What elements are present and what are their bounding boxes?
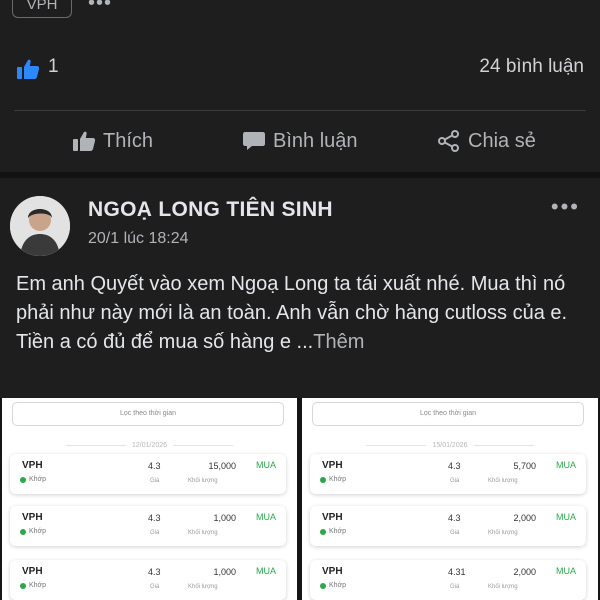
- price-label: Giá: [450, 584, 460, 590]
- comment-button-label: Bình luận: [273, 129, 358, 152]
- status-badge: Khớp: [320, 476, 346, 483]
- thumbs-up-icon: [17, 59, 40, 79]
- side: MUA: [256, 512, 276, 522]
- more-options-icon[interactable]: •••: [88, 0, 112, 15]
- trade-row: VPH Khớp 4.3 2,000 MUA Giá Khối lượng: [310, 506, 586, 546]
- post-images: Lọc theo thời gian 12/01/2026 VPH Khớp 4…: [0, 398, 600, 600]
- quantity-label: Khối lượng: [488, 584, 518, 590]
- symbol: VPH: [322, 460, 343, 471]
- time-filter: Lọc theo thời gian: [312, 402, 584, 426]
- avatar[interactable]: [10, 196, 70, 256]
- comment-bubble-icon: [243, 132, 265, 150]
- quantity: 15,000: [208, 461, 236, 471]
- status-label: Khớp: [29, 476, 47, 483]
- post-more-options-icon[interactable]: •••: [551, 194, 580, 220]
- price: 4.3: [148, 567, 161, 577]
- price: 4.3: [148, 461, 161, 471]
- comment-button[interactable]: Bình luận: [242, 126, 358, 156]
- action-bar: Thích Bình luận Chia sẻ: [0, 118, 600, 164]
- quantity: 1,000: [213, 567, 236, 577]
- price-label: Giá: [150, 584, 160, 590]
- avatar-photo: [10, 196, 70, 256]
- comment-count[interactable]: 24 bình luận: [479, 56, 584, 78]
- like-count[interactable]: 1: [48, 56, 59, 78]
- status-label: Khớp: [29, 528, 47, 535]
- trade-row: VPH Khớp 4.3 5,700 MUA Giá Khối lượng: [310, 454, 586, 494]
- price-label: Giá: [450, 530, 460, 536]
- status-label: Khớp: [329, 528, 347, 535]
- symbol: VPH: [322, 512, 343, 523]
- quantity-label: Khối lượng: [188, 584, 218, 590]
- trade-row: VPH Khớp 4.31 2,000 MUA Giá Khối lượng: [310, 560, 586, 600]
- status-label: Khớp: [29, 582, 47, 589]
- quantity: 1,000: [213, 513, 236, 523]
- see-more-link[interactable]: Thêm: [313, 331, 364, 353]
- post-time[interactable]: 20/1 lúc 18:24: [88, 230, 189, 248]
- date-header: 12/01/2026: [2, 442, 297, 449]
- side: MUA: [556, 460, 576, 470]
- quantity-label: Khối lượng: [488, 478, 518, 484]
- quantity: 5,700: [513, 461, 536, 471]
- price: 4.3: [448, 461, 461, 471]
- status-badge: Khớp: [20, 528, 46, 535]
- share-button[interactable]: Chia sẻ: [437, 126, 536, 156]
- price-label: Giá: [150, 530, 160, 536]
- status-badge: Khớp: [320, 528, 346, 535]
- status-badge: Khớp: [20, 476, 46, 483]
- trade-row: VPH Khớp 4.3 1,000 MUA Giá Khối lượng: [10, 506, 286, 546]
- trade-row: VPH Khớp 4.3 1,000 MUA Giá Khối lượng: [10, 560, 286, 600]
- post-author[interactable]: NGOẠ LONG TIÊN SINH: [88, 198, 333, 222]
- price: 4.3: [448, 513, 461, 523]
- side: MUA: [556, 566, 576, 576]
- quantity-label: Khối lượng: [488, 530, 518, 536]
- previous-post-footer: VPH •••: [0, 0, 600, 40]
- symbol: VPH: [22, 512, 43, 523]
- like-button[interactable]: Thích: [72, 126, 153, 156]
- symbol: VPH: [22, 460, 43, 471]
- trade-row: VPH Khớp 4.3 15,000 MUA Giá Khối lượng: [10, 454, 286, 494]
- share-icon: [438, 130, 459, 152]
- share-button-label: Chia sẻ: [468, 129, 536, 152]
- side: MUA: [256, 460, 276, 470]
- price: 4.3: [148, 513, 161, 523]
- status-label: Khớp: [329, 582, 347, 589]
- status-label: Khớp: [329, 476, 347, 483]
- stock-tag[interactable]: VPH: [12, 0, 72, 18]
- quantity-label: Khối lượng: [188, 478, 218, 484]
- price-label: Giá: [150, 478, 160, 484]
- status-badge: Khớp: [320, 582, 346, 589]
- symbol: VPH: [322, 566, 343, 577]
- quantity: 2,000: [513, 513, 536, 523]
- price: 4.31: [448, 567, 466, 577]
- trade-screenshot-left[interactable]: Lọc theo thời gian 12/01/2026 VPH Khớp 4…: [2, 398, 297, 600]
- post-body: Em anh Quyết vào xem Ngoạ Long ta tái xu…: [16, 273, 568, 353]
- symbol: VPH: [22, 566, 43, 577]
- trade-screenshot-right[interactable]: Lọc theo thời gian 15/01/2026 VPH Khớp 4…: [302, 398, 598, 600]
- thumbs-up-icon: [73, 131, 96, 151]
- like-button-label: Thích: [103, 129, 154, 152]
- reaction-summary: 1 24 bình luận: [0, 48, 600, 88]
- time-filter: Lọc theo thời gian: [12, 402, 284, 426]
- price-label: Giá: [450, 478, 460, 484]
- divider: [14, 110, 586, 111]
- post-text: Em anh Quyết vào xem Ngoạ Long ta tái xu…: [16, 270, 586, 357]
- date-header: 15/01/2026: [302, 442, 598, 449]
- quantity-label: Khối lượng: [188, 530, 218, 536]
- side: MUA: [556, 512, 576, 522]
- post-separator: [0, 172, 600, 178]
- side: MUA: [256, 566, 276, 576]
- quantity: 2,000: [513, 567, 536, 577]
- status-badge: Khớp: [20, 582, 46, 589]
